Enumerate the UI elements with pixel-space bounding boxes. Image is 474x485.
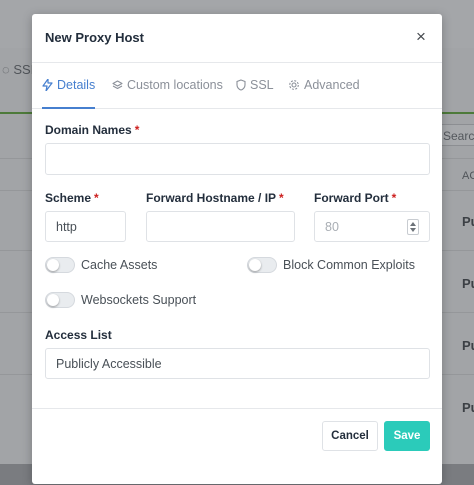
background-row-text: Pu xyxy=(462,214,474,229)
modal-footer: Cancel Save xyxy=(32,408,442,485)
tab-custom-locations[interactable]: Custom locations xyxy=(112,62,223,108)
forward-port-input[interactable]: 80 xyxy=(314,211,430,242)
tab-advanced[interactable]: Advanced xyxy=(288,62,360,108)
cache-assets-toggle[interactable]: Cache Assets xyxy=(45,257,157,273)
scheme-label: Scheme * xyxy=(45,191,99,205)
background-column-header: AC xyxy=(462,170,474,182)
forward-port-label: Forward Port * xyxy=(314,191,397,205)
access-list-select[interactable]: Publicly Accessible xyxy=(45,348,430,379)
toggle-switch-icon[interactable] xyxy=(45,292,75,308)
shield-icon: ◌ xyxy=(2,62,10,77)
gear-icon xyxy=(289,80,299,90)
shield-icon xyxy=(236,79,246,91)
forward-port-placeholder: 80 xyxy=(325,219,339,234)
save-button[interactable]: Save xyxy=(384,421,430,451)
domain-names-label: Domain Names * xyxy=(45,123,140,137)
required-marker: * xyxy=(279,191,284,205)
new-proxy-host-modal: New Proxy Host × Details Custom location… xyxy=(32,14,442,484)
forward-hostname-input[interactable] xyxy=(146,211,295,242)
cancel-button[interactable]: Cancel xyxy=(322,421,378,451)
websockets-support-toggle[interactable]: Websockets Support xyxy=(45,292,196,308)
modal-tabs: Details Custom locations SSL Advanced xyxy=(32,62,442,109)
required-marker: * xyxy=(94,191,99,205)
background-row-text: Pu xyxy=(462,400,474,415)
lightning-icon xyxy=(42,79,53,91)
required-marker: * xyxy=(391,191,397,205)
access-list-label: Access List xyxy=(45,328,112,342)
toggle-switch-icon[interactable] xyxy=(45,257,75,273)
tab-details[interactable]: Details xyxy=(42,62,96,109)
close-button[interactable]: × xyxy=(412,28,430,46)
background-row-text: Pu xyxy=(462,276,474,291)
required-marker: * xyxy=(134,123,140,137)
layers-icon xyxy=(112,79,123,89)
scheme-input[interactable]: http xyxy=(45,211,126,242)
toggle-switch-icon[interactable] xyxy=(247,257,277,273)
forward-hostname-label: Forward Hostname / IP * xyxy=(146,191,284,205)
block-common-exploits-toggle[interactable]: Block Common Exploits xyxy=(247,257,415,273)
modal-header: New Proxy Host × xyxy=(32,14,442,63)
modal-title: New Proxy Host xyxy=(45,30,144,45)
domain-names-input[interactable] xyxy=(45,143,430,175)
background-row-text: Pu xyxy=(462,338,474,353)
close-icon: × xyxy=(416,27,426,46)
number-spinner-icon[interactable] xyxy=(407,219,419,235)
tab-ssl[interactable]: SSL xyxy=(236,62,274,108)
